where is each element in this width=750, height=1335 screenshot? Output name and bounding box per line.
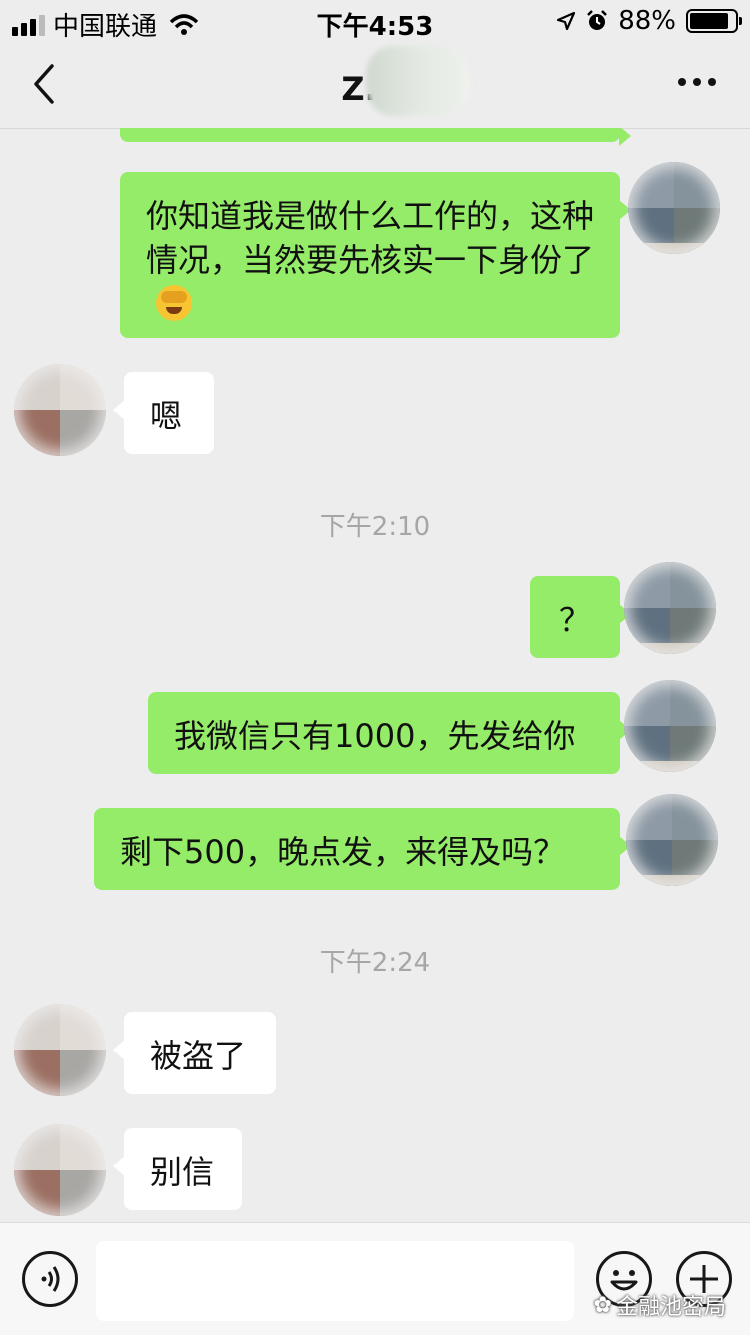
incoming-message[interactable]: 嗯 [113,372,214,454]
contact-avatar[interactable] [14,1124,106,1216]
outgoing-message[interactable]: 我微信只有1000，先发给你 [148,692,631,774]
message-text: 嗯 [150,397,183,435]
alarm-icon [587,10,608,30]
message-text: 剩下500，晚点发，来得及吗？ [120,833,566,871]
message-text: 被盗了 [150,1037,247,1075]
nav-bar: Z.沈 [0,40,750,129]
message-text: 别信 [150,1153,215,1191]
title-mosaic [366,46,470,116]
input-bar: ✿ 金融池密局 [0,1222,750,1335]
contact-avatar[interactable] [14,1004,106,1096]
message-text: ？ [558,601,591,639]
self-avatar[interactable] [624,562,716,654]
voice-icon[interactable] [22,1251,78,1307]
watermark: ✿ 金融池密局 [594,1289,726,1321]
incoming-message[interactable]: 被盗了 [113,1012,276,1094]
battery-percent: 88% [618,6,676,36]
outgoing-message[interactable]: 剩下500，晚点发，来得及吗？ [94,808,631,890]
contact-avatar[interactable] [14,364,106,456]
previous-message-bubble[interactable] [120,128,631,146]
message-text: 我微信只有1000，先发给你 [174,717,576,755]
outgoing-message[interactable]: 你知道我是做什么工作的，这种情况，当然要先核实一下身份了 [120,172,631,338]
self-avatar[interactable] [628,162,720,254]
wechat-logo-icon: ✿ [593,1292,612,1318]
message-text: 你知道我是做什么工作的，这种情况，当然要先核实一下身份了 [146,197,595,279]
timestamp-label: 下午2:10 [319,512,431,542]
more-dots-icon[interactable] [678,78,716,86]
incoming-message[interactable]: 别信 [113,1128,242,1210]
facepalm-laugh-emoji [156,285,192,321]
self-avatar[interactable] [626,794,718,886]
self-avatar[interactable] [624,680,716,772]
status-bar: 中国联通 下午4:53 88% [0,0,750,42]
chat-message-list[interactable]: 你知道我是做什么工作的，这种情况，当然要先核实一下身份了 嗯 下午2:10 ？ … [0,128,750,1220]
timestamp-label: 下午2:24 [319,948,431,978]
message-input[interactable] [96,1241,574,1321]
battery-icon [686,9,742,33]
watermark-text: 金融池密局 [615,1295,726,1320]
outgoing-message[interactable]: ？ [530,576,631,658]
location-icon [557,11,576,31]
